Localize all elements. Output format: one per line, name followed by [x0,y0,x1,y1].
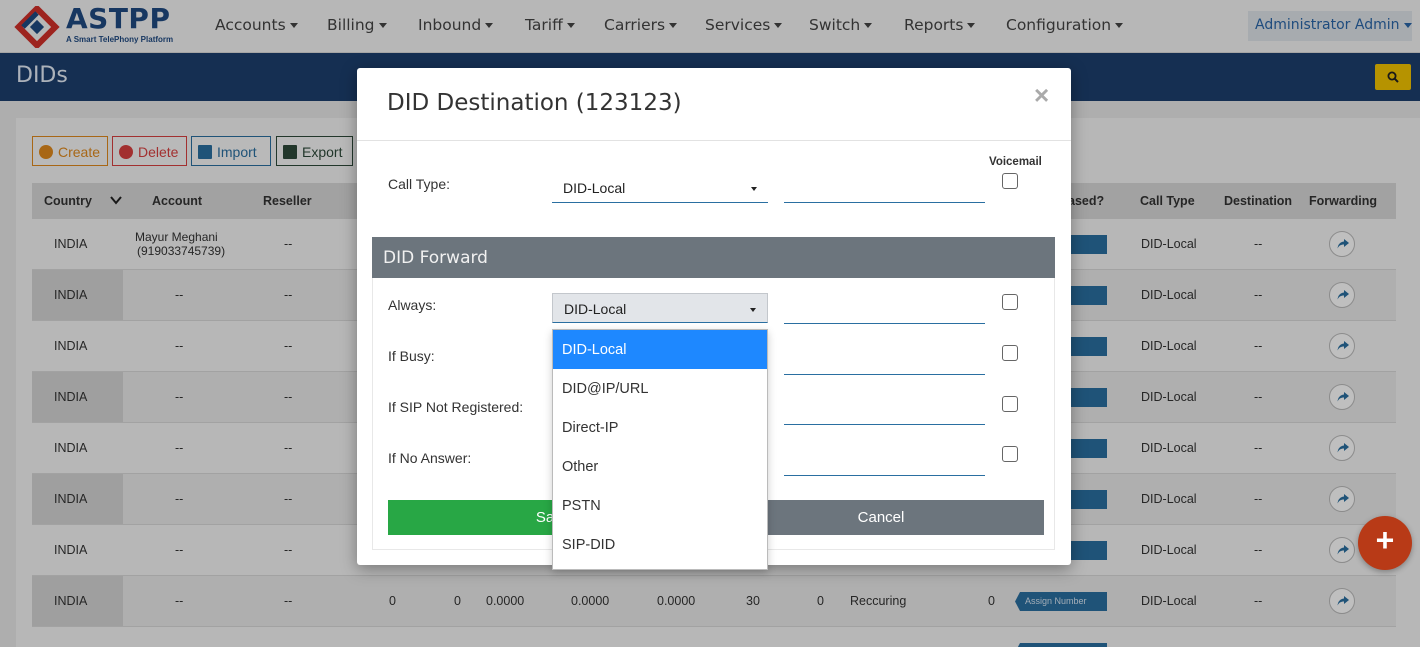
plus-icon: + [1375,522,1395,558]
voicemail-label: Voicemail [989,156,1042,168]
if-busy-destination-input[interactable] [784,345,985,375]
option-direct-ip[interactable]: Direct-IP [553,408,767,447]
always-select[interactable]: DID-Local [552,293,768,323]
option-pstn[interactable]: PSTN [553,486,767,525]
option-did-local[interactable]: DID-Local [553,330,767,369]
call-type-destination-input[interactable] [784,173,985,203]
voicemail-checkbox[interactable] [1002,173,1018,189]
call-type-select[interactable]: DID-Local [552,173,768,203]
option-sip-did[interactable]: SIP-DID [553,525,767,564]
always-destination-input[interactable] [784,294,985,324]
modal-header: DID Destination (123123) × [357,68,1071,141]
if-no-answer-voicemail-checkbox[interactable] [1002,446,1018,462]
call-type-dropdown-list: DID-Local DID@IP/URL Direct-IP Other PST… [552,329,768,570]
option-did-ip-url[interactable]: DID@IP/URL [553,369,767,408]
if-busy-label: If Busy: [388,348,435,364]
always-label: Always: [388,297,437,313]
if-no-answer-label: If No Answer: [388,450,472,466]
add-fab-button[interactable]: + [1358,516,1412,570]
option-other[interactable]: Other [553,447,767,486]
call-type-label: Call Type: [388,176,450,192]
modal-title: DID Destination (123123) [387,90,682,116]
chevron-down-icon [750,308,756,312]
always-voicemail-checkbox[interactable] [1002,294,1018,310]
did-forward-heading: DID Forward [372,237,1055,278]
if-sip-destination-input[interactable] [784,395,985,425]
if-no-answer-destination-input[interactable] [784,446,985,476]
chevron-down-icon [751,187,757,191]
close-icon[interactable]: × [1034,80,1049,111]
if-busy-voicemail-checkbox[interactable] [1002,345,1018,361]
if-sip-voicemail-checkbox[interactable] [1002,396,1018,412]
if-sip-not-registered-label: If SIP Not Registered: [388,399,524,415]
